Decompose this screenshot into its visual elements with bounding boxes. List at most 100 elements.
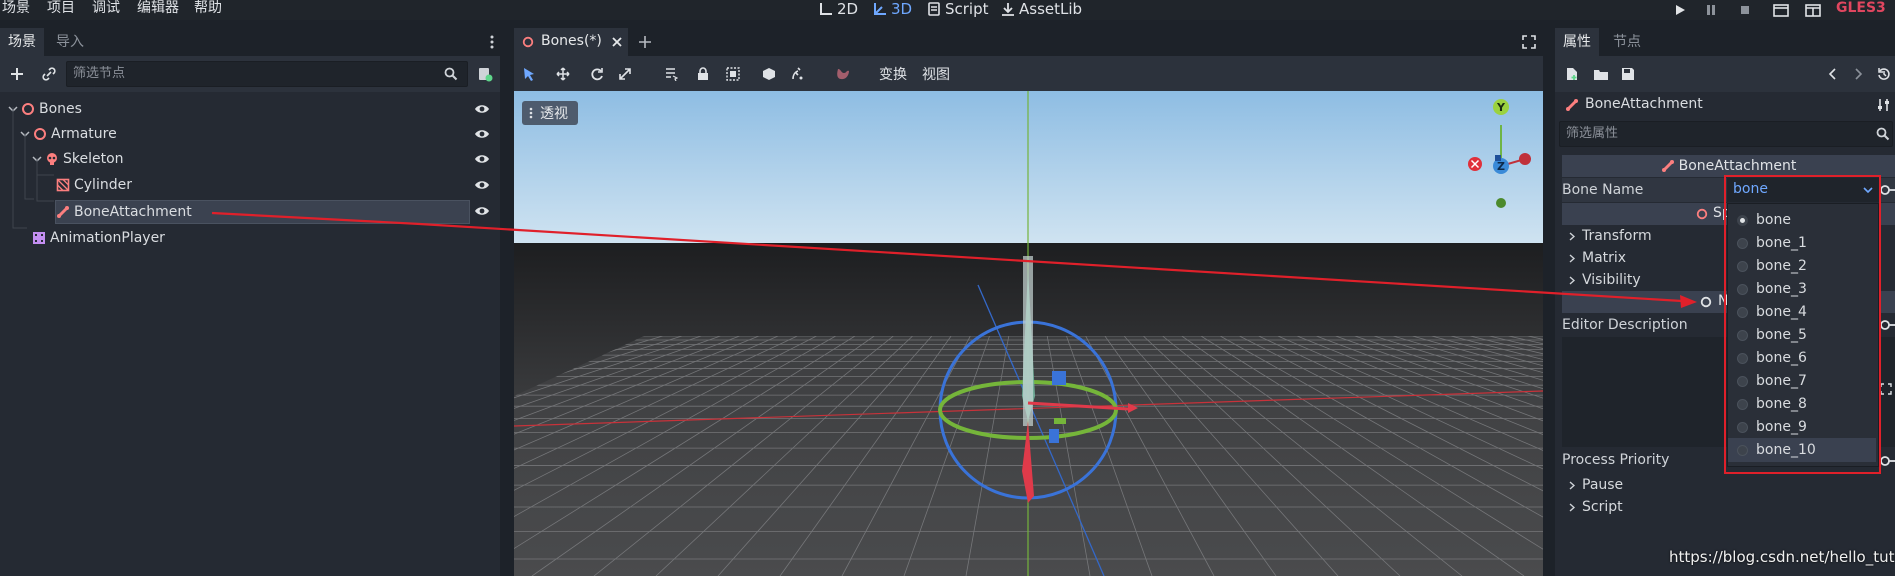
gizmo-z-label: Z bbox=[1497, 160, 1505, 173]
open-folder-icon[interactable] bbox=[1593, 67, 1609, 81]
chevron-right-icon bbox=[1569, 481, 1575, 490]
tab-import[interactable]: 导入 bbox=[48, 28, 92, 56]
lock-icon[interactable] bbox=[696, 67, 710, 81]
renderer-label[interactable]: GLES3 bbox=[1836, 0, 1886, 17]
snap-icon[interactable] bbox=[790, 67, 804, 81]
perspective-menu[interactable]: 透视 bbox=[522, 101, 578, 125]
chevron-right-icon bbox=[1569, 232, 1575, 241]
editor-tabbar: Bones(*) bbox=[514, 28, 1543, 56]
chevron-right-icon bbox=[1569, 254, 1575, 263]
view-menu[interactable]: 视图 bbox=[922, 64, 950, 84]
class-header-bone-attachment: BoneAttachment bbox=[1562, 155, 1895, 177]
gizmo-blue-square[interactable] bbox=[1049, 429, 1059, 443]
menu-debug[interactable]: 调试 bbox=[92, 0, 120, 17]
menu-project[interactable]: 项目 bbox=[47, 0, 75, 17]
section-label: Visibility bbox=[1582, 272, 1641, 288]
section-script[interactable]: Script bbox=[1562, 496, 1895, 518]
scene-tab[interactable]: Bones(*) bbox=[514, 28, 628, 56]
section-label: Matrix bbox=[1582, 250, 1627, 266]
close-icon[interactable] bbox=[611, 36, 623, 48]
script-icon bbox=[928, 2, 940, 16]
menu-editor[interactable]: 编辑器 bbox=[137, 0, 179, 17]
menu-scene[interactable]: 场景 bbox=[2, 0, 30, 17]
local-space-icon[interactable] bbox=[762, 67, 776, 81]
section-label: Script bbox=[1582, 499, 1623, 515]
keyframe-icon[interactable] bbox=[834, 67, 850, 81]
search-icon bbox=[443, 66, 459, 82]
tree-node-label: AnimationPlayer bbox=[50, 230, 165, 246]
cylinder-mesh bbox=[1023, 256, 1033, 426]
transform-menu[interactable]: 变换 bbox=[879, 64, 907, 84]
scene-toolbar: 筛选节点 bbox=[0, 56, 500, 92]
menu-dots-icon bbox=[529, 107, 533, 119]
revert-icon[interactable] bbox=[1879, 184, 1895, 196]
download-icon bbox=[1002, 3, 1014, 16]
viewport-scene[interactable]: Y Z bbox=[514, 91, 1543, 576]
distraction-free-icon[interactable] bbox=[1522, 35, 1536, 49]
section-pause[interactable]: Pause bbox=[1562, 474, 1895, 496]
gizmo-blue-square[interactable] bbox=[1052, 371, 1066, 385]
mode-script-button[interactable]: Script bbox=[926, 0, 989, 18]
visibility-eye-icon[interactable] bbox=[474, 128, 490, 140]
move-tool-icon[interactable] bbox=[556, 67, 570, 81]
tree-node-cylinder[interactable]: Cylinder bbox=[56, 173, 132, 197]
mode-3d-label: 3D bbox=[891, 0, 913, 18]
tree-node-label: Armature bbox=[51, 126, 117, 142]
3d-viewport[interactable]: Y Z 透视 bbox=[514, 91, 1543, 576]
mode-2d-button[interactable]: 2D bbox=[818, 0, 858, 18]
visibility-eye-icon[interactable] bbox=[474, 103, 490, 115]
expand-icon[interactable] bbox=[1880, 383, 1892, 395]
editor-description-label: Editor Description bbox=[1562, 317, 1688, 333]
save-icon[interactable] bbox=[1621, 67, 1635, 81]
visibility-eye-icon[interactable] bbox=[474, 205, 490, 217]
top-menu-bar: 场景 项目 调试 编辑器 帮助 2D 3D Script AssetLib GL… bbox=[0, 0, 1895, 20]
tab-scene[interactable]: 场景 bbox=[0, 28, 44, 56]
group-icon[interactable] bbox=[726, 67, 740, 81]
new-resource-icon[interactable] bbox=[1565, 67, 1579, 81]
visibility-eye-icon[interactable] bbox=[474, 179, 490, 191]
inspector-object-name[interactable]: BoneAttachment bbox=[1585, 96, 1703, 112]
revert-icon[interactable] bbox=[1879, 455, 1895, 467]
select-tool-icon[interactable] bbox=[522, 67, 536, 81]
pause-icon[interactable] bbox=[1703, 2, 1719, 18]
gizmo-green-square[interactable] bbox=[1054, 418, 1066, 424]
history-forward-icon[interactable] bbox=[1853, 68, 1863, 80]
dock-splitter[interactable] bbox=[500, 28, 514, 576]
revert-icon[interactable] bbox=[1879, 319, 1895, 331]
visibility-eye-icon[interactable] bbox=[474, 153, 490, 165]
history-icon[interactable] bbox=[1877, 67, 1891, 81]
section-label: Transform bbox=[1582, 228, 1652, 244]
instance-scene-icon[interactable] bbox=[40, 65, 58, 83]
rotate-tool-icon[interactable] bbox=[590, 67, 604, 81]
tree-node-bone-attachment[interactable]: BoneAttachment bbox=[56, 200, 192, 224]
attach-script-icon[interactable] bbox=[476, 65, 494, 83]
property-filter-input[interactable]: 筛选属性 bbox=[1559, 121, 1893, 147]
stop-icon[interactable] bbox=[1737, 2, 1753, 18]
bone-attachment-icon bbox=[1566, 99, 1578, 111]
dock-menu-icon[interactable] bbox=[488, 34, 496, 50]
play-scene-icon[interactable] bbox=[1772, 2, 1790, 18]
scale-tool-icon[interactable] bbox=[618, 67, 632, 81]
node-icon bbox=[1700, 296, 1712, 308]
inspector-toolbar bbox=[1555, 56, 1895, 92]
mode-3d-button[interactable]: 3D bbox=[872, 0, 912, 18]
tree-node-label: Cylinder bbox=[74, 177, 132, 193]
mode-assetlib-button[interactable]: AssetLib bbox=[1000, 0, 1082, 18]
bone-attachment-icon bbox=[1661, 160, 1674, 172]
list-select-icon[interactable] bbox=[664, 67, 678, 81]
scene-filter-input[interactable]: 筛选节点 bbox=[66, 61, 468, 87]
object-properties-icon[interactable] bbox=[1877, 98, 1891, 112]
add-tab-icon[interactable] bbox=[638, 35, 652, 49]
tab-node[interactable]: 节点 bbox=[1605, 28, 1649, 56]
tree-node-label: Skeleton bbox=[63, 151, 124, 167]
menu-help[interactable]: 帮助 bbox=[194, 0, 222, 17]
play-icon[interactable] bbox=[1672, 2, 1688, 18]
perspective-label: 透视 bbox=[540, 106, 568, 122]
tab-inspector[interactable]: 属性 bbox=[1555, 28, 1599, 56]
add-node-icon[interactable] bbox=[8, 65, 26, 83]
play-custom-scene-icon[interactable] bbox=[1804, 2, 1822, 18]
history-back-icon[interactable] bbox=[1828, 68, 1838, 80]
mode-assetlib-label: AssetLib bbox=[1019, 0, 1083, 18]
dock-splitter[interactable] bbox=[1543, 28, 1555, 576]
class-header-label: BoneAttachment bbox=[1678, 158, 1797, 174]
